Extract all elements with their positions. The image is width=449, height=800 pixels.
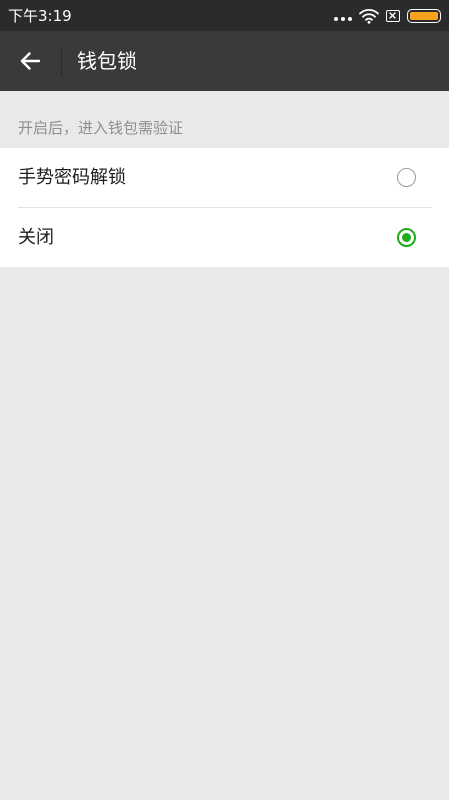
status-time: 下午3:19 xyxy=(8,7,72,25)
app-bar: 钱包锁 xyxy=(0,31,449,91)
options-list: 手势密码解锁 关闭 xyxy=(0,148,449,267)
app-bar-divider xyxy=(61,47,62,76)
status-bar: 下午3:19 xyxy=(0,0,449,31)
page-title: 钱包锁 xyxy=(77,49,137,73)
battery-icon xyxy=(407,9,441,23)
battery-level xyxy=(410,12,438,20)
radio-selected[interactable] xyxy=(397,228,416,247)
back-button[interactable] xyxy=(10,41,50,81)
option-off[interactable]: 关闭 xyxy=(0,208,449,267)
radio-unselected[interactable] xyxy=(397,168,416,187)
sim-card-icon xyxy=(386,10,400,22)
status-icons xyxy=(334,6,441,26)
option-label: 关闭 xyxy=(18,227,54,248)
arrow-left-icon xyxy=(19,51,41,71)
section-hint: 开启后，进入钱包需验证 xyxy=(18,119,184,137)
option-gesture-password[interactable]: 手势密码解锁 xyxy=(0,148,449,208)
option-label: 手势密码解锁 xyxy=(18,167,126,188)
wifi-icon xyxy=(359,8,379,24)
more-dots-icon xyxy=(334,9,352,23)
radio-dot xyxy=(402,233,411,242)
